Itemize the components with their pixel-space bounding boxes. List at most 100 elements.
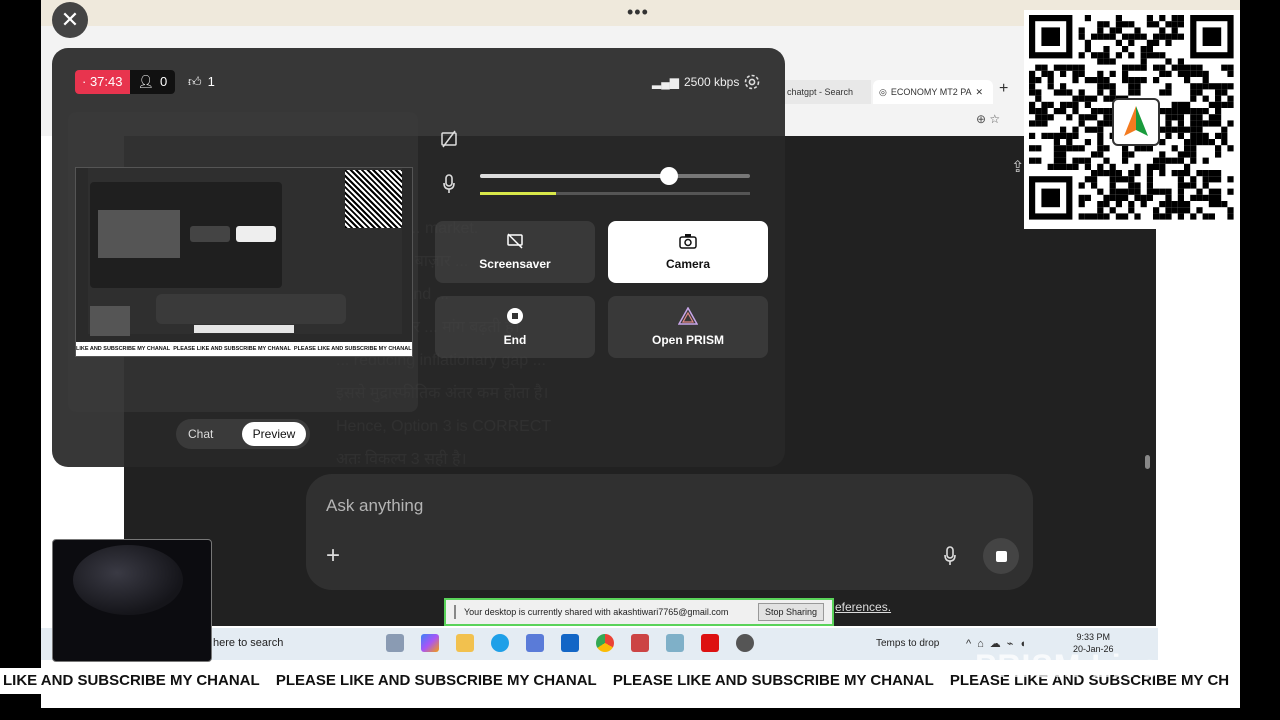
view-toggle: Chat Preview xyxy=(176,419,310,449)
qr-module xyxy=(1091,77,1098,84)
app-icon[interactable] xyxy=(666,634,684,652)
qr-module xyxy=(1128,151,1135,158)
scrollbar-thumb[interactable] xyxy=(1145,455,1150,469)
qr-module xyxy=(1122,157,1129,164)
qr-module xyxy=(1122,151,1129,158)
end-stream-button[interactable]: End xyxy=(435,296,595,358)
qr-module xyxy=(1177,15,1184,22)
qr-module xyxy=(1215,188,1222,195)
qr-module xyxy=(1159,15,1166,22)
qr-module xyxy=(1134,182,1141,189)
open-prism-button[interactable]: Open PRISM xyxy=(608,296,768,358)
qr-module xyxy=(1029,89,1036,96)
store-icon[interactable] xyxy=(526,634,544,652)
qr-module xyxy=(1060,132,1067,139)
share-notice-text: Your desktop is currently shared with ak… xyxy=(464,607,729,617)
qr-module xyxy=(1091,52,1098,59)
qr-module xyxy=(1091,170,1098,177)
qr-module xyxy=(1109,182,1116,189)
camera-off-icon[interactable] xyxy=(440,130,458,148)
stop-button[interactable] xyxy=(983,538,1019,574)
microphone-icon[interactable] xyxy=(943,546,957,566)
qr-module xyxy=(1171,170,1178,177)
screensaver-button[interactable]: Screensaver xyxy=(435,221,595,283)
zoom-icon[interactable]: ⊕ xyxy=(976,112,986,126)
qr-module xyxy=(1227,145,1234,152)
qr-module xyxy=(1066,132,1073,139)
qr-module xyxy=(1159,70,1166,77)
chat-tab[interactable]: Chat xyxy=(188,419,213,449)
qr-module xyxy=(1084,95,1091,102)
qr-module xyxy=(1177,170,1184,177)
stop-sharing-button[interactable]: Stop Sharing xyxy=(757,603,824,621)
qr-module xyxy=(1041,101,1048,108)
stop-circle-icon xyxy=(507,308,523,324)
globe-icon: ◎ xyxy=(879,86,887,97)
preview-tab[interactable]: Preview xyxy=(242,422,306,446)
close-tab-icon[interactable]: ✕ xyxy=(976,87,984,98)
qr-module xyxy=(1097,170,1104,177)
weather-widget[interactable]: Temps to drop xyxy=(876,638,939,649)
qr-module xyxy=(1153,213,1160,220)
microphone-icon[interactable] xyxy=(442,174,456,194)
share-icon[interactable]: ⇪ xyxy=(1011,157,1024,177)
qr-module xyxy=(1047,132,1054,139)
qr-module xyxy=(1146,46,1153,53)
edge-icon[interactable] xyxy=(491,634,509,652)
more-options-icon[interactable]: ••• xyxy=(627,2,649,23)
qr-module xyxy=(1115,52,1122,59)
chatgpt-icon[interactable] xyxy=(736,634,754,652)
mail-icon[interactable] xyxy=(561,634,579,652)
drag-handle[interactable] xyxy=(454,605,456,619)
qr-module xyxy=(1184,126,1191,133)
webcam-feed xyxy=(73,545,183,615)
qr-module xyxy=(1153,64,1160,71)
qr-module xyxy=(1190,95,1197,102)
ask-input[interactable]: Ask anything xyxy=(326,496,423,516)
close-button[interactable]: ✕ xyxy=(52,2,88,38)
qr-module xyxy=(1072,95,1079,102)
acrobat-icon[interactable] xyxy=(701,634,719,652)
qr-module xyxy=(1097,163,1104,170)
ask-box[interactable]: Ask anything + xyxy=(306,474,1033,590)
qr-module xyxy=(1122,21,1129,28)
qr-module xyxy=(1221,139,1228,146)
chrome-icon[interactable] xyxy=(596,634,614,652)
qr-module xyxy=(1177,157,1184,164)
qr-module xyxy=(1103,213,1110,220)
qr-module xyxy=(1159,201,1166,208)
references-link[interactable]: eferences. xyxy=(835,600,891,614)
prism-icon xyxy=(678,307,698,325)
mic-volume-slider[interactable] xyxy=(480,167,750,185)
browser-tab-economy[interactable]: ◎ ECONOMY MT2 PA ✕ xyxy=(873,80,993,104)
qr-module xyxy=(1171,201,1178,208)
qr-code xyxy=(1024,10,1240,229)
taskbar-search[interactable]: here to search xyxy=(213,637,283,649)
qr-module xyxy=(1103,77,1110,84)
app-icon[interactable] xyxy=(631,634,649,652)
qr-module xyxy=(1227,213,1234,220)
qr-module xyxy=(1115,170,1122,177)
qr-module xyxy=(1078,213,1085,220)
camera-button[interactable]: Camera xyxy=(608,221,768,283)
browser-tab-search[interactable]: chatgpt - Search xyxy=(781,80,871,104)
qr-module xyxy=(1165,132,1172,139)
qr-module xyxy=(1109,170,1116,177)
copilot-icon[interactable] xyxy=(421,634,439,652)
qr-module xyxy=(1060,70,1067,77)
plus-icon[interactable]: + xyxy=(326,542,340,570)
gear-icon[interactable] xyxy=(742,72,762,92)
qr-module xyxy=(1196,132,1203,139)
qr-module xyxy=(1134,170,1141,177)
qr-module xyxy=(1196,207,1203,214)
mic-volume-knob[interactable] xyxy=(660,167,678,185)
new-tab-icon[interactable]: + xyxy=(999,80,1008,98)
qr-module xyxy=(1153,188,1160,195)
preview-ticker-item: LIKE AND SUBSCRIBE MY CHANAL xyxy=(76,346,171,352)
qr-module xyxy=(1196,114,1203,121)
file-explorer-icon[interactable] xyxy=(456,634,474,652)
task-view-icon[interactable] xyxy=(386,634,404,652)
qr-module xyxy=(1091,114,1098,121)
qr-module xyxy=(1208,101,1215,108)
star-icon[interactable]: ☆ xyxy=(989,112,1000,126)
